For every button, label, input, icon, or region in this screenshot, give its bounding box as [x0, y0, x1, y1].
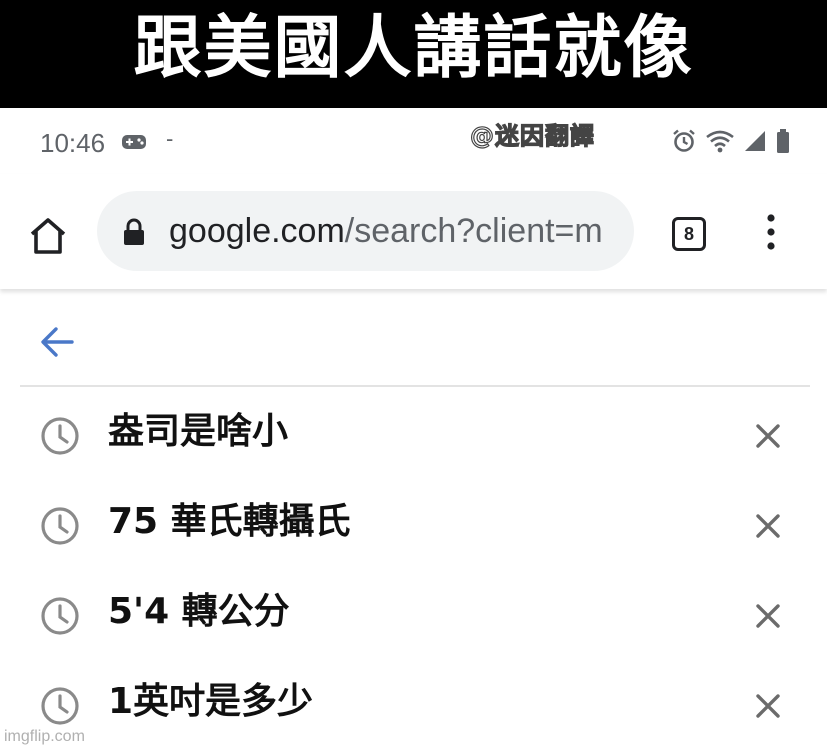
status-dash: -: [166, 126, 174, 151]
history-query: 75 華氏轉攝氏: [108, 501, 351, 542]
lock-icon: [124, 218, 144, 245]
battery-icon: [777, 129, 789, 153]
close-icon[interactable]: [752, 420, 784, 452]
signal-icon: [745, 131, 765, 151]
meme-caption: 跟美國人講話就像: [133, 9, 694, 88]
game-controller-icon: [122, 135, 146, 149]
tab-count: 8: [672, 217, 706, 251]
history-item[interactable]: 1英吋是多少: [0, 658, 827, 748]
history-query: 盎司是啥小: [108, 411, 289, 452]
status-bar: 10:46 - @迷因翻譯: [0, 108, 827, 174]
status-time: 10:46: [40, 128, 106, 158]
meme-source-watermark: @迷因翻譯: [469, 121, 595, 150]
meme-caption-bar: 跟美國人講話就像: [0, 0, 827, 108]
close-icon[interactable]: [752, 690, 784, 722]
clock-icon: [41, 417, 79, 455]
back-arrow-icon[interactable]: [36, 320, 80, 364]
clock-icon: [41, 507, 79, 545]
history-item[interactable]: 盎司是啥小: [0, 388, 827, 478]
close-icon[interactable]: [752, 600, 784, 632]
url-path: /search?client=m: [344, 212, 603, 250]
history-query: 5'4 轉公分: [108, 591, 290, 632]
home-icon[interactable]: [26, 214, 70, 258]
wifi-icon: [706, 130, 734, 153]
status-icons: [671, 128, 791, 154]
history-query: 1英吋是多少: [108, 681, 314, 722]
close-icon[interactable]: [752, 510, 784, 542]
tab-switcher-button[interactable]: 8: [670, 215, 708, 253]
history-item[interactable]: 75 華氏轉攝氏: [0, 478, 827, 568]
more-vert-icon[interactable]: [758, 212, 784, 252]
browser-toolbar: google.com/search?client=m 8: [0, 174, 827, 289]
history-item[interactable]: 5'4 轉公分: [0, 568, 827, 658]
url-domain: google.com: [169, 212, 345, 250]
clock-icon: [41, 597, 79, 635]
url-text[interactable]: google.com/search?client=m: [169, 211, 619, 251]
clock-icon: [41, 687, 79, 725]
address-bar[interactable]: google.com/search?client=m: [97, 191, 634, 271]
alarm-icon: [673, 129, 695, 152]
divider: [20, 385, 810, 387]
imgflip-watermark: imgflip.com: [4, 728, 85, 745]
